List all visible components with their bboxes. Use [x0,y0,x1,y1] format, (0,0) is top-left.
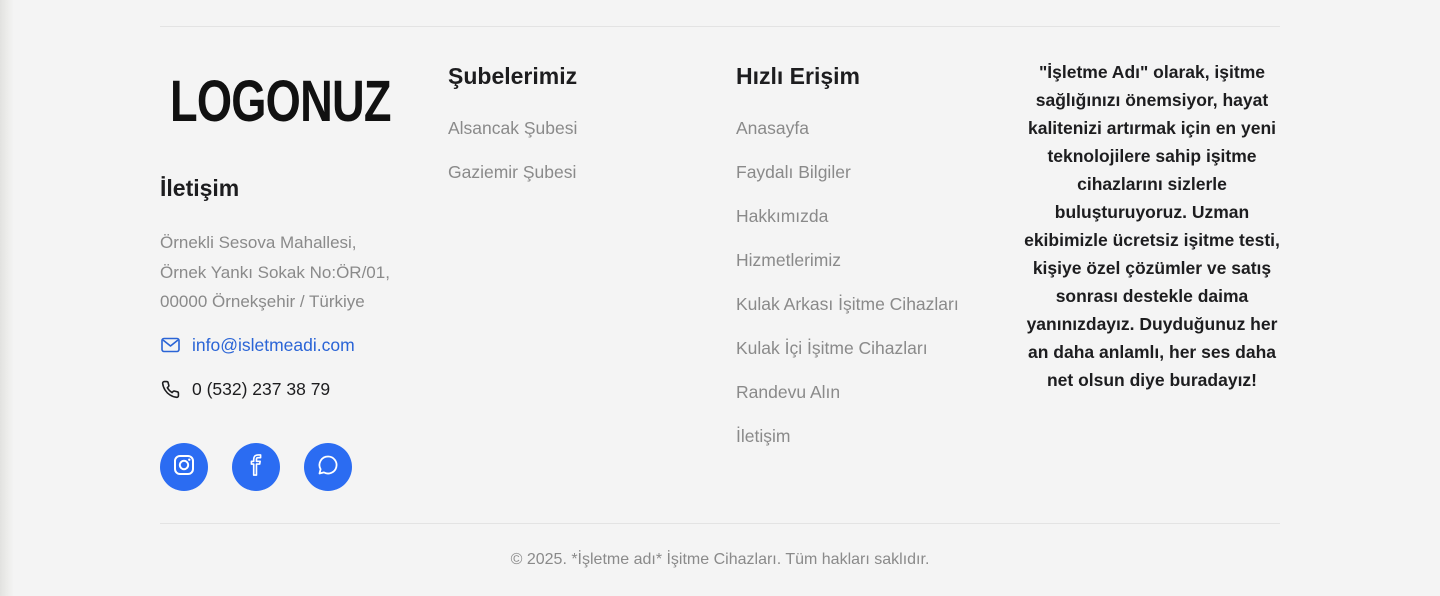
phone-row: 0 (532) 237 38 79 [160,377,330,401]
chat-icon [316,453,340,482]
copyright-text: © 2025. *İşletme adı* İşitme Cihazları. … [510,551,930,568]
chat-button[interactable] [304,443,352,491]
branches-heading: Şubelerimiz [448,63,578,89]
email-link[interactable]: info@isletmeadi.com [192,335,355,356]
quick-link-about[interactable]: Hakkımızda [736,202,959,246]
address-block: Örnekli Sesova Mahallesi, Örnek Yankı So… [160,228,420,317]
quick-link-bte-hearing-aids[interactable]: Kulak Arkası İşitme Cihazları [736,290,959,334]
quick-links-heading: Hızlı Erişim [736,63,860,89]
quick-link-services[interactable]: Hizmetlerimiz [736,246,959,290]
instagram-button[interactable] [160,443,208,491]
facebook-button[interactable] [232,443,280,491]
brand-logo[interactable]: LOGONUZ [170,66,392,138]
quick-link-contact[interactable]: İletişim [736,422,959,466]
address-line: Örnekli Sesova Mahallesi, [160,233,357,252]
facebook-icon [245,453,267,481]
branches-list: Alsancak Şubesi Gaziemir Şubesi [448,114,577,202]
quick-link-appointment[interactable]: Randevu Alın [736,378,959,422]
footer-bottom-divider [160,523,1280,524]
branch-link-gaziemir[interactable]: Gaziemir Şubesi [448,158,577,202]
contact-heading: İletişim [160,175,240,201]
phone-number[interactable]: 0 (532) 237 38 79 [192,379,330,400]
quick-links-list: Anasayfa Faydalı Bilgiler Hakkımızda Hiz… [736,114,959,466]
quick-link-useful-info[interactable]: Faydalı Bilgiler [736,158,959,202]
page-edge-shadow [0,0,14,596]
instagram-icon [172,453,196,482]
about-text: "İşletme Adı" olarak, işitme sağlığınızı… [1024,62,1280,390]
footer-top-divider [160,26,1280,27]
address-line: Örnek Yankı Sokak No:ÖR/01, [160,262,390,282]
mail-icon [160,335,180,355]
quick-link-home[interactable]: Anasayfa [736,114,959,158]
address-line: 00000 Örnekşehir / Türkiye [160,292,365,311]
social-links [160,443,376,491]
quick-link-ite-hearing-aids[interactable]: Kulak İçi İşitme Cihazları [736,334,959,378]
email-row: info@isletmeadi.com [160,333,355,357]
phone-icon [160,379,180,399]
branch-link-alsancak[interactable]: Alsancak Şubesi [448,114,577,158]
site-footer: LOGONUZ İletişim Örnekli Sesova Mahalles… [160,0,1280,596]
